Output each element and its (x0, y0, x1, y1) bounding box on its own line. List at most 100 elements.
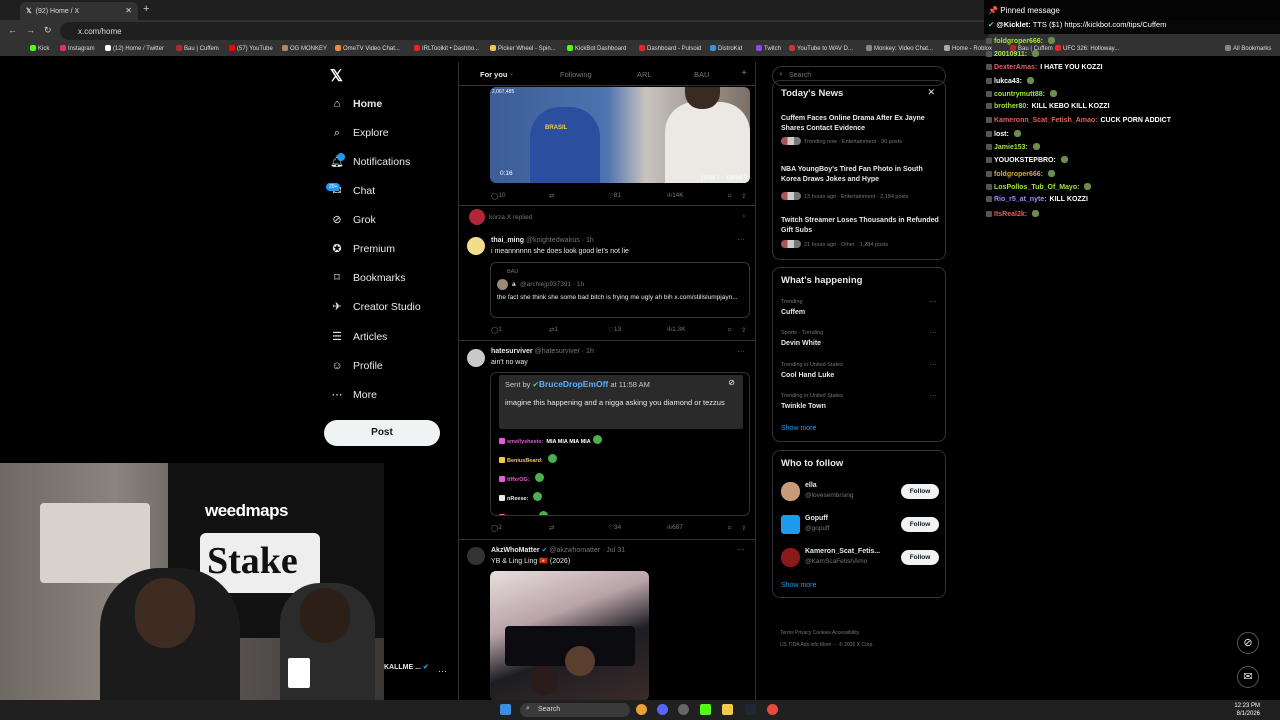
news-headline[interactable]: Cuffem Faces Online Drama After Ex Jayne… (781, 114, 941, 134)
like-button[interactable]: ♡ 34 (608, 524, 621, 532)
repost-button[interactable]: ⇄ (549, 192, 554, 200)
repost-button[interactable]: ⇄ (549, 524, 554, 532)
nav-item-explore[interactable]: ⌕ Explore (330, 126, 389, 140)
nav-item-bookmarks[interactable]: ⌑ Bookmarks (330, 271, 405, 285)
follow-name[interactable]: Kameron_Scat_Fetis... (805, 548, 880, 555)
chevron-down-icon[interactable]: ⌄ (509, 70, 514, 77)
close-icon[interactable]: ✕ (125, 6, 132, 15)
new-tab-icon[interactable]: + (143, 3, 149, 15)
tweet-author[interactable]: thai_ming (491, 237, 524, 244)
follow-button[interactable]: Follow (901, 484, 939, 499)
show-more-link[interactable]: Show more (781, 582, 816, 589)
grok-icon[interactable]: ⊘ (1237, 632, 1259, 654)
more-icon[interactable]: ··· (737, 545, 745, 554)
nav-item-grok[interactable]: ⊘ Grok (330, 213, 375, 227)
nav-item-articles[interactable]: ☰ Articles (330, 330, 387, 344)
like-button[interactable]: ♡ 81 (608, 192, 621, 200)
reply-button[interactable]: ◯ 2 (491, 524, 502, 532)
nav-item-more[interactable]: ⋯ More (330, 388, 377, 402)
more-icon[interactable]: ··· (929, 297, 937, 306)
bookmark-icon[interactable]: ⌑ (728, 192, 731, 200)
more-icon[interactable]: ··· (929, 391, 937, 400)
show-more-link[interactable]: Show more (781, 425, 816, 432)
more-icon[interactable]: ··· (438, 666, 447, 676)
nav-item-premium[interactable]: ✪ Premium (330, 242, 395, 256)
taskbar-search[interactable]: ⌕ Search (520, 703, 630, 717)
bookmark-item[interactable]: OG MONKEY (282, 45, 327, 52)
discord-icon[interactable] (657, 704, 668, 715)
chrome-icon[interactable] (767, 704, 778, 715)
bookmark-item[interactable]: Kick (30, 45, 49, 52)
trend-topic[interactable]: Cuffem (781, 309, 805, 316)
bookmark-item[interactable]: IRLToolkit • Dashbo... (414, 45, 479, 52)
more-icon[interactable]: ··· (929, 328, 937, 337)
chrome-icon[interactable] (636, 704, 647, 715)
news-headline[interactable]: Twitch Streamer Loses Thousands in Refun… (781, 216, 941, 236)
steam-icon[interactable] (745, 704, 756, 715)
kick-icon[interactable] (700, 704, 711, 715)
follow-button[interactable]: Follow (901, 550, 939, 565)
avatar[interactable] (781, 548, 800, 567)
tweet-handle[interactable]: @hatesurviver · 1h (535, 348, 594, 355)
follow-name[interactable]: ella (805, 482, 817, 489)
trend-topic[interactable]: Twinkle Town (781, 403, 826, 410)
views-button[interactable]: ılı 14K (667, 192, 684, 199)
news-headline[interactable]: NBA YoungBoy's Tired Fan Photo in South … (781, 165, 941, 185)
url-input[interactable]: x.com/home (60, 22, 990, 40)
bookmark-item[interactable]: (57) YouTube (229, 45, 273, 52)
tab-bau[interactable]: BAU (694, 70, 709, 79)
tab-for-you[interactable]: For you (480, 70, 508, 79)
tweet-handle[interactable]: @akzwhomatter · Jul 31 (549, 547, 625, 554)
bookmark-item[interactable]: KickBot Dashboard (567, 45, 626, 52)
all-bookmarks-link[interactable]: All Bookmarks (1225, 45, 1271, 52)
reply-button[interactable]: ◯ 1 (491, 326, 502, 334)
bookmark-icon[interactable]: ⌑ (728, 326, 731, 334)
follow-handle[interactable]: @gopuff (805, 525, 830, 532)
bookmark-item[interactable]: YouTube to WAV D... (789, 45, 853, 52)
avatar[interactable] (467, 547, 485, 565)
x-logo-icon[interactable]: 𝕏 (330, 66, 343, 86)
chevron-right-icon[interactable]: › (743, 213, 745, 220)
share-icon[interactable]: ⇪ (741, 326, 746, 334)
tweet-handle[interactable]: @knightedwalrus · 1h (526, 237, 594, 244)
post-button[interactable]: Post (324, 420, 440, 446)
more-icon[interactable]: ··· (737, 347, 745, 356)
replied-context[interactable]: korza X replied (489, 214, 532, 221)
avatar[interactable] (781, 482, 800, 501)
forward-icon[interactable]: → (26, 25, 35, 35)
close-icon[interactable]: ✕ (927, 87, 935, 98)
quoted-tweet[interactable]: BAU a @archiejp937391 · 1h the fact she … (490, 262, 750, 318)
repost-button[interactable]: ⇄ 1 (549, 326, 558, 334)
tweet-author[interactable]: hatesurviver (491, 348, 533, 355)
follow-name[interactable]: Gopuff (805, 515, 828, 522)
browser-tab[interactable]: 𝕏 (92) Home / X ✕ (20, 2, 138, 20)
share-icon[interactable]: ⇪ (741, 524, 746, 532)
bookmark-item[interactable]: UFC 326: Holloway... (1055, 45, 1119, 52)
bookmark-item[interactable]: Home - Roblox (944, 45, 992, 52)
tweet-author[interactable]: AkzWhoMatter (491, 547, 540, 554)
more-icon[interactable]: ··· (737, 235, 745, 244)
avatar[interactable] (467, 349, 485, 367)
bookmark-icon[interactable]: ⌑ (728, 524, 731, 532)
tweet-image[interactable]: Sent by ✔BruceDropEmOff at 11:58 AM ⊘ im… (490, 372, 750, 516)
add-tab-icon[interactable]: + (741, 68, 747, 79)
video-player[interactable]: 2,067,485 BRASIL 0:16 jamal 1 - speed 0 (490, 87, 750, 183)
tweet-image[interactable] (490, 571, 649, 700)
footer-links[interactable]: Terms Privacy Cookies Accessibility (780, 630, 859, 636)
follow-handle[interactable]: @KamScaFetishAmo (805, 558, 867, 565)
tab-arl[interactable]: ARL (637, 70, 652, 79)
trend-topic[interactable]: Cool Hand Luke (781, 372, 834, 379)
bookmark-item[interactable]: DistroKid (710, 45, 742, 52)
avatar[interactable] (467, 237, 485, 255)
clock[interactable]: 12:23 PM 8/1/2026 (1234, 702, 1260, 718)
folder-icon[interactable] (722, 704, 733, 715)
bookmark-item[interactable]: Dashboard - Pulsoid (639, 45, 701, 52)
trend-topic[interactable]: Devin White (781, 340, 821, 347)
avatar[interactable] (781, 515, 800, 534)
messages-icon[interactable]: ✉ (1237, 666, 1259, 688)
bookmark-item[interactable]: Monkey: Video Chat... (866, 45, 933, 52)
app-icon[interactable] (678, 704, 689, 715)
follow-button[interactable]: Follow (901, 517, 939, 532)
bookmark-item[interactable]: Twitch (756, 45, 781, 52)
nav-item-creator-studio[interactable]: ✈ Creator Studio (330, 300, 420, 314)
